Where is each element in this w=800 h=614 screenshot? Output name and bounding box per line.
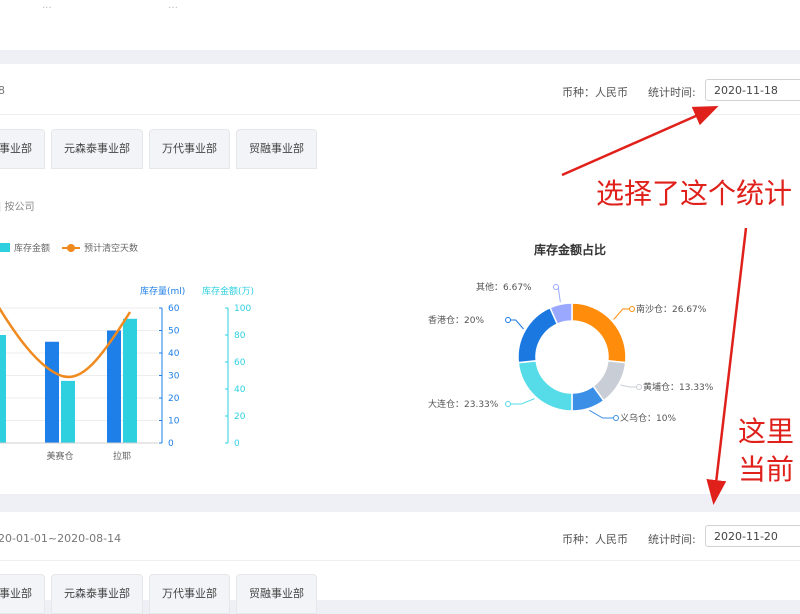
annotation-current-text: 当前 (738, 453, 795, 486)
panel2-tab-1[interactable]: 元森泰事业部 (51, 574, 143, 614)
inventory-ratio-donut-chart: 库存金额占比南沙仓：26.67% 黄埔仓：13.33% 义乌仓：10% 大连仓：23.… (428, 242, 714, 424)
panel2-tab-3[interactable]: 贸融事业部 (236, 574, 317, 614)
right-axis-title: 库存金额(万) (202, 285, 254, 297)
bar-amount-0 (0, 335, 6, 443)
left-axis-tick-label-0: 0 (168, 439, 174, 449)
annotation-select-text: 选择了这个统计 (596, 177, 793, 210)
panel2-currency: 币种：人民币 (562, 533, 628, 546)
panel2-tab-2[interactable]: 万代事业部 (149, 574, 230, 614)
right-axis-tick-label-3: 60 (234, 358, 246, 368)
bar-volume-2 (107, 330, 121, 443)
donut-label-5: 其他：6.67% (476, 281, 532, 293)
bar-amount-2 (123, 318, 137, 443)
donut-leader-3 (508, 398, 535, 405)
donut-label-2: 义乌仓：10% (620, 412, 676, 424)
donut-leader-dot-3 (505, 401, 511, 407)
donut-leader-dot-1 (636, 384, 642, 390)
left-axis-tick-label-5: 50 (168, 327, 180, 337)
x-tick-label-2: 拉耶 (113, 450, 131, 462)
annotation-here-text: 这里 (738, 415, 795, 448)
donut-slice-4 (517, 306, 559, 364)
donut-leader-dot-5 (553, 284, 559, 290)
donut-leader-2 (589, 409, 616, 419)
donut-label-1: 黄埔仓：13.33% (643, 381, 714, 393)
panel2-stat-date-input[interactable]: 2020-11-20 (705, 525, 800, 547)
right-axis-tick-label-4: 80 (234, 331, 246, 341)
left-axis-tick-label-6: 60 (168, 304, 180, 314)
panel2-divider (0, 560, 800, 561)
right-axis-tick-label-5: 100 (234, 304, 251, 314)
donut-label-4: 香港仓：20% (428, 314, 484, 326)
donut-label-0: 南沙仓：26.67% (636, 303, 707, 315)
panel2-tab-0[interactable]: 事业部 (0, 574, 45, 614)
right-axis-tick-label-2: 40 (234, 385, 246, 395)
donut-leader-dot-2 (613, 415, 619, 421)
donut-label-3: 大连仓：23.33% (428, 398, 499, 410)
donut-leader-dot-0 (629, 306, 635, 312)
donut-slice-0 (571, 302, 627, 364)
inventory-bar-chart: 0 10 20 30 40 50 60 库存量(ml) 0 20 40 60 80 100 库存金额(万) 美… (0, 285, 254, 462)
charts-svg: 0 10 20 30 40 50 60 库存量(ml) 0 20 40 60 80 100 库存金额(万) 美… (0, 242, 714, 462)
inventory-panel-2: 20-01-01~2020-08-14 币种：人民币 统计时间: 2020-11… (0, 512, 800, 614)
panel2-tabs: 事业部 元森泰事业部 万代事业部 贸融事业部 (0, 574, 317, 614)
bar-amount-1 (61, 380, 75, 443)
donut-slice-3 (517, 359, 573, 412)
x-tick-label-1: 美赛仓 (46, 450, 73, 462)
right-axis-tick-label-1: 20 (234, 412, 246, 422)
left-axis-tick-label-4: 40 (168, 349, 180, 359)
left-axis-tick-label-3: 30 (168, 372, 180, 382)
panel2-header-left: 20-01-01~2020-08-14 (0, 532, 122, 545)
bar-volume-1 (45, 341, 59, 443)
left-axis-title: 库存量(ml) (140, 285, 185, 297)
donut-leader-0 (613, 308, 632, 320)
left-axis-tick-label-1: 10 (168, 417, 180, 427)
left-axis-tick-label-2: 20 (168, 394, 180, 404)
donut-title: 库存金额占比 (534, 242, 606, 257)
donut-leader-dot-4 (505, 317, 511, 323)
panel2-stat-time-label: 统计时间: (648, 533, 696, 546)
right-axis-tick-label-0: 0 (234, 439, 240, 449)
